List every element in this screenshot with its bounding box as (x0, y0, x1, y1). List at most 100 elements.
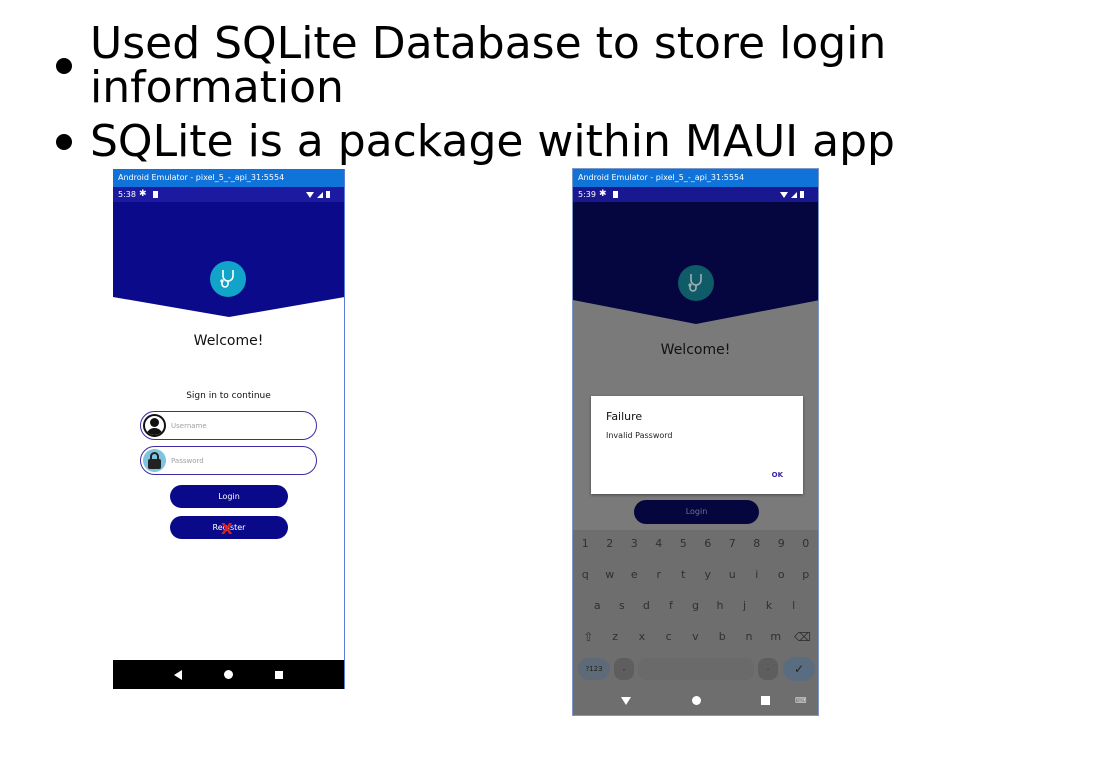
stethoscope-logo-icon (210, 261, 246, 297)
keyboard-row-qwerty: q w e r t y u i o p (573, 568, 818, 581)
symbols-key[interactable]: ?123 (578, 658, 610, 680)
signal-icon (317, 191, 323, 198)
key[interactable]: k (760, 599, 778, 612)
status-time: 5:39 (578, 190, 596, 199)
key[interactable]: b (713, 630, 731, 644)
key[interactable]: v (686, 630, 704, 644)
key[interactable]: u (723, 568, 741, 581)
key[interactable]: 1 (576, 537, 594, 550)
bullet-dot-icon (56, 58, 72, 74)
hide-keyboard-icon[interactable] (621, 697, 631, 705)
key[interactable]: 5 (674, 537, 692, 550)
app-content-dimmed: Welcome! Login 1 2 3 4 5 6 7 8 9 0 q w e… (573, 202, 818, 715)
emulator-titlebar[interactable]: Android Emulator - pixel_5_-_api_31:5554 (573, 169, 818, 187)
key[interactable]: e (625, 568, 643, 581)
bullet-item: Used SQLite Database to store login info… (56, 22, 1116, 110)
home-icon[interactable] (692, 696, 701, 705)
back-icon[interactable] (174, 669, 182, 680)
annotation-x-mark: X (221, 520, 233, 538)
bullet-text: SQLite is a package within MAUI app (90, 116, 895, 167)
sd-card-icon (612, 191, 618, 198)
login-button[interactable]: Login (634, 500, 759, 524)
login-button[interactable]: Login (170, 485, 288, 508)
emulator-left: Android Emulator - pixel_5_-_api_31:5554… (113, 169, 345, 689)
slide-bullets: Used SQLite Database to store login info… (56, 22, 1116, 180)
key[interactable]: o (772, 568, 790, 581)
comma-key[interactable]: , (614, 658, 634, 680)
welcome-heading: Welcome! (193, 333, 264, 349)
key[interactable]: y (699, 568, 717, 581)
period-key[interactable]: . (758, 658, 778, 680)
sd-card-icon (152, 191, 158, 198)
key[interactable]: 9 (772, 537, 790, 550)
key[interactable]: x (633, 630, 651, 644)
home-icon[interactable] (224, 670, 233, 679)
android-nav-bar (113, 660, 344, 689)
keyboard-row-asdf: a s d f g h j k l (573, 599, 818, 612)
dialog-title: Failure (606, 410, 643, 423)
stethoscope-logo-icon (678, 265, 714, 301)
key[interactable]: a (588, 599, 606, 612)
signin-subtitle: Sign in to continue (186, 391, 271, 401)
keyboard-switch-icon[interactable]: ⌨ (795, 696, 807, 705)
shift-icon[interactable]: ⇧ (579, 630, 597, 644)
key[interactable]: g (686, 599, 704, 612)
key[interactable]: h (711, 599, 729, 612)
battery-icon (800, 191, 804, 198)
keyboard-row-zxcv: ⇧ z x c v b n m ⌫ (573, 630, 818, 644)
keyboard-row-numbers: 1 2 3 4 5 6 7 8 9 0 (573, 537, 818, 550)
password-field[interactable] (140, 446, 317, 475)
key[interactable]: t (674, 568, 692, 581)
bullet-dot-icon (56, 134, 72, 150)
key[interactable]: z (606, 630, 624, 644)
checkmark-icon[interactable]: ✓ (783, 657, 815, 681)
soft-keyboard: 1 2 3 4 5 6 7 8 9 0 q w e r t y u i o p … (573, 530, 818, 684)
wifi-icon (306, 191, 314, 198)
key[interactable]: l (785, 599, 803, 612)
space-key[interactable] (638, 658, 754, 680)
username-input[interactable] (171, 417, 301, 434)
wifi-icon (780, 191, 788, 198)
key[interactable]: r (650, 568, 668, 581)
backspace-icon[interactable]: ⌫ (794, 630, 812, 644)
key[interactable]: 0 (797, 537, 815, 550)
key[interactable]: p (797, 568, 815, 581)
battery-icon (326, 191, 330, 198)
key[interactable]: 4 (650, 537, 668, 550)
key[interactable]: d (637, 599, 655, 612)
key[interactable]: n (740, 630, 758, 644)
dialog-ok-button[interactable]: OK (772, 471, 783, 479)
bullet-text: Used SQLite Database to store login info… (90, 18, 887, 113)
key[interactable]: 3 (625, 537, 643, 550)
status-bar: 5:38 ✱ (113, 187, 344, 202)
status-time: 5:38 (118, 190, 136, 199)
key[interactable]: c (660, 630, 678, 644)
key[interactable]: w (601, 568, 619, 581)
user-avatar-icon (143, 414, 166, 437)
emulator-titlebar[interactable]: Android Emulator - pixel_5_-_api_31:5554 (113, 169, 344, 187)
settings-icon: ✱ (139, 189, 147, 199)
key[interactable]: f (662, 599, 680, 612)
welcome-heading: Welcome! (660, 342, 731, 358)
key[interactable]: q (576, 568, 594, 581)
key[interactable]: 6 (699, 537, 717, 550)
key[interactable]: j (736, 599, 754, 612)
lock-icon (143, 449, 166, 472)
android-nav-bar: ⌨ (573, 684, 818, 715)
settings-icon: ✱ (599, 189, 607, 199)
signal-icon (791, 191, 797, 198)
key[interactable]: 8 (748, 537, 766, 550)
key[interactable]: s (613, 599, 631, 612)
emulator-right: Android Emulator - pixel_5_-_api_31:5554… (572, 168, 819, 716)
key[interactable]: m (767, 630, 785, 644)
password-input[interactable] (171, 452, 301, 469)
dialog-message: Invalid Password (606, 431, 673, 440)
key[interactable]: i (748, 568, 766, 581)
status-bar: 5:39 ✱ (573, 187, 818, 202)
username-field[interactable] (140, 411, 317, 440)
failure-dialog: Failure Invalid Password OK (591, 396, 803, 494)
key[interactable]: 7 (723, 537, 741, 550)
recents-icon[interactable] (275, 670, 283, 679)
recents-icon[interactable] (761, 696, 770, 705)
key[interactable]: 2 (601, 537, 619, 550)
